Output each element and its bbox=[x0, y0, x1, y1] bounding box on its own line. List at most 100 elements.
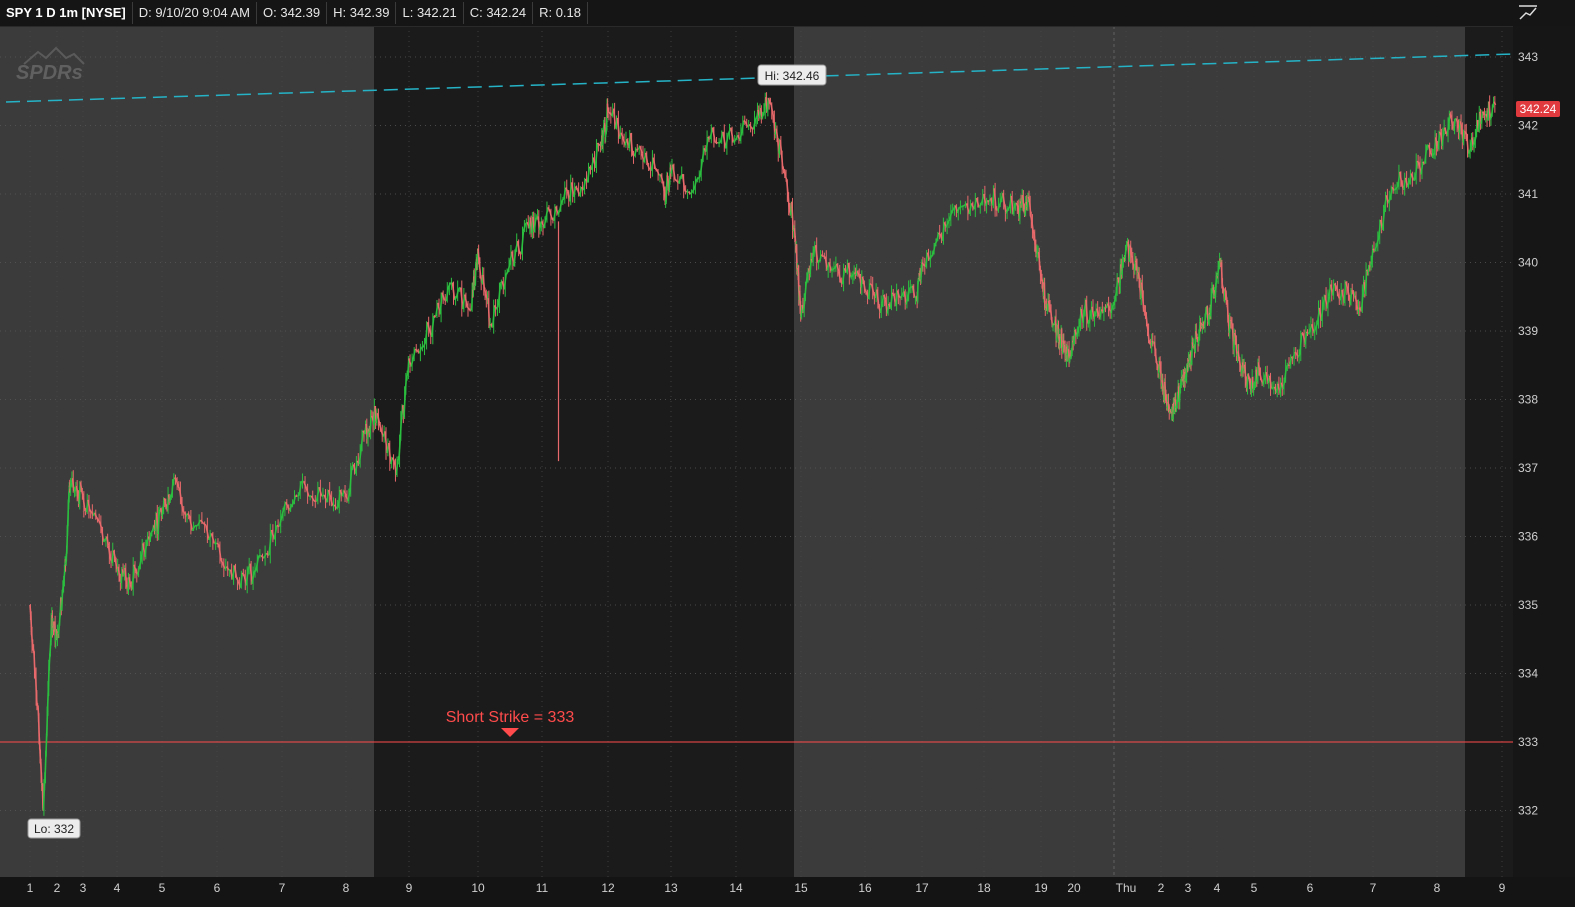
x-tick-label: 6 bbox=[1307, 881, 1314, 895]
open-readout: O: 342.39 bbox=[257, 2, 328, 24]
x-tick-label: 8 bbox=[1434, 881, 1441, 895]
price-segment bbox=[1196, 337, 1199, 340]
price-segment bbox=[45, 735, 48, 755]
x-tick-label: 3 bbox=[80, 881, 87, 895]
x-tick-label: 1 bbox=[27, 881, 34, 895]
x-tick-label: 4 bbox=[1214, 881, 1221, 895]
x-tick-label: 8 bbox=[343, 881, 350, 895]
x-tick-label: 6 bbox=[214, 881, 221, 895]
price-segment bbox=[1140, 282, 1144, 299]
x-tick-label: 20 bbox=[1067, 881, 1081, 895]
price-segment bbox=[171, 481, 174, 495]
y-tick-label: 343 bbox=[1518, 50, 1538, 64]
price-segment bbox=[1176, 399, 1179, 404]
price-segment bbox=[60, 593, 64, 611]
y-tick-label: 334 bbox=[1518, 667, 1538, 681]
symbol-label[interactable]: SPY 1 D 1m [NYSE] bbox=[0, 2, 133, 24]
price-segment bbox=[696, 177, 699, 181]
session-shading bbox=[0, 26, 1513, 877]
price-segment bbox=[1055, 330, 1059, 341]
price-segment bbox=[34, 672, 37, 676]
price-segment bbox=[534, 217, 538, 220]
price-segment bbox=[1248, 377, 1252, 386]
price-segment bbox=[958, 205, 963, 209]
price-segment bbox=[253, 569, 257, 573]
price-segment bbox=[1121, 259, 1124, 275]
y-tick-label: 336 bbox=[1518, 530, 1538, 544]
price-segment bbox=[41, 783, 44, 807]
price-segment bbox=[823, 255, 826, 258]
price-segment bbox=[1214, 287, 1217, 298]
price-segment bbox=[1228, 319, 1232, 333]
y-tick-label: 339 bbox=[1518, 324, 1538, 338]
low-readout: L: 342.21 bbox=[396, 2, 464, 24]
price-segment bbox=[30, 631, 34, 646]
price-segment bbox=[1163, 381, 1167, 397]
price-segment bbox=[168, 496, 172, 503]
high-readout: H: 342.39 bbox=[327, 2, 397, 24]
close-readout: C: 342.24 bbox=[464, 2, 534, 24]
price-segment bbox=[1463, 130, 1467, 133]
price-segment bbox=[150, 530, 154, 534]
price-segment bbox=[397, 458, 400, 461]
low-callout: Lo: 332 bbox=[27, 818, 81, 839]
price-segment bbox=[34, 675, 38, 699]
price-segment bbox=[1246, 374, 1249, 389]
price-segment bbox=[216, 542, 220, 546]
price-segment bbox=[1247, 374, 1250, 379]
price-segment bbox=[1135, 262, 1139, 275]
price-segment bbox=[49, 642, 52, 654]
price-segment bbox=[1429, 152, 1433, 156]
price-segment bbox=[951, 208, 955, 212]
price-segment bbox=[1198, 322, 1201, 334]
price-segment bbox=[57, 623, 61, 635]
price-segment bbox=[37, 716, 40, 737]
x-axis-panel bbox=[0, 877, 1575, 907]
price-segment bbox=[1116, 277, 1120, 281]
x-tick-label: 2 bbox=[1158, 881, 1165, 895]
price-segment bbox=[1161, 380, 1164, 389]
price-segment bbox=[1252, 387, 1255, 391]
price-segment bbox=[1237, 351, 1240, 359]
price-segment bbox=[858, 273, 861, 276]
price-segment bbox=[607, 111, 611, 114]
price-segment bbox=[1125, 243, 1128, 249]
price-segment bbox=[1179, 383, 1182, 389]
x-tick-label: 9 bbox=[406, 881, 413, 895]
price-segment bbox=[1178, 388, 1181, 403]
price-segment bbox=[1049, 308, 1053, 319]
price-segment bbox=[1467, 152, 1470, 155]
y-tick-label: 332 bbox=[1518, 804, 1538, 818]
x-tick-label: 12 bbox=[601, 881, 615, 895]
price-segment bbox=[73, 489, 76, 493]
price-segment bbox=[1031, 221, 1034, 231]
price-segment bbox=[35, 697, 39, 707]
price-segment bbox=[1158, 360, 1162, 369]
price-segment bbox=[161, 509, 164, 517]
x-tick-label: 16 bbox=[858, 881, 872, 895]
price-segment bbox=[1233, 332, 1237, 339]
price-chart[interactable]: Short Strike = 333 Hi: 342.46 Lo: 332 33… bbox=[0, 0, 1575, 907]
y-tick-label: 338 bbox=[1518, 393, 1538, 407]
price-segment bbox=[43, 776, 46, 788]
x-tick-label: 5 bbox=[159, 881, 166, 895]
x-tick-label: 17 bbox=[915, 881, 929, 895]
price-segment bbox=[1257, 362, 1261, 373]
x-tick-label: 7 bbox=[279, 881, 286, 895]
price-segment bbox=[1124, 248, 1127, 259]
price-segment bbox=[46, 688, 50, 709]
price-segment bbox=[1137, 272, 1141, 284]
y-tick-label: 335 bbox=[1518, 598, 1538, 612]
price-segment bbox=[1238, 358, 1242, 366]
chart-style-icon[interactable] bbox=[1518, 4, 1538, 22]
price-segment bbox=[1167, 401, 1170, 407]
x-tick-label: 2 bbox=[54, 881, 61, 895]
price-segment bbox=[1438, 131, 1442, 135]
price-segment bbox=[654, 168, 658, 171]
last-price-label: 342.24 bbox=[1520, 102, 1557, 116]
price-segment bbox=[1134, 260, 1138, 263]
x-tick-label: 4 bbox=[114, 881, 121, 895]
price-segment bbox=[1032, 230, 1035, 235]
price-segment bbox=[44, 754, 47, 777]
price-segment bbox=[33, 652, 36, 674]
